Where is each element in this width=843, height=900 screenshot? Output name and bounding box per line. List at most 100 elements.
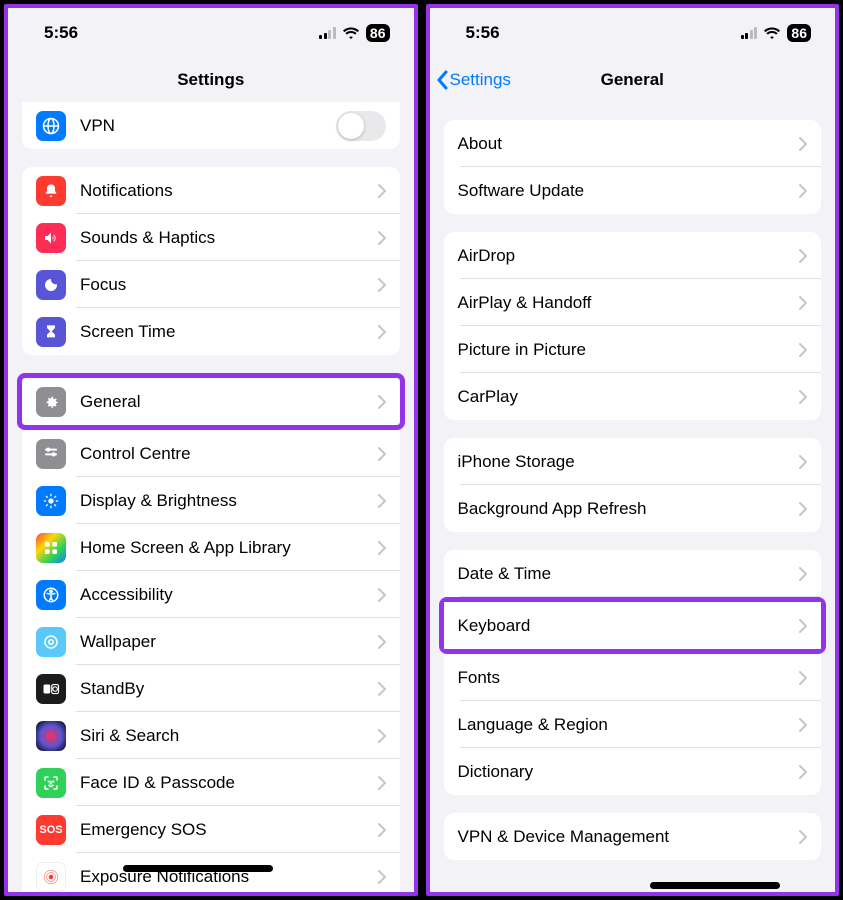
group-notifications: Notifications Sounds & Haptics Focus Scr… — [22, 167, 400, 355]
row-fonts[interactable]: Fonts — [444, 654, 822, 701]
chevron-right-icon — [378, 541, 386, 555]
chevron-right-icon — [378, 776, 386, 790]
chevron-right-icon — [799, 249, 807, 263]
wifi-icon — [763, 27, 781, 40]
vpn-toggle[interactable] — [336, 111, 386, 141]
row-software[interactable]: Software Update — [444, 167, 822, 214]
row-pip[interactable]: Picture in Picture — [444, 326, 822, 373]
row-homescreen[interactable]: Home Screen & App Library — [22, 524, 400, 571]
row-general[interactable]: General — [22, 378, 400, 425]
row-label: Picture in Picture — [458, 340, 800, 360]
row-label: Fonts — [458, 668, 800, 688]
row-wallpaper[interactable]: Wallpaper — [22, 618, 400, 665]
row-controlcentre[interactable]: Control Centre — [22, 430, 400, 477]
chevron-right-icon — [799, 184, 807, 198]
row-language[interactable]: Language & Region — [444, 701, 822, 748]
status-bar: 5:56 86 — [8, 8, 414, 58]
row-screentime[interactable]: Screen Time — [22, 308, 400, 355]
row-carplay[interactable]: CarPlay — [444, 373, 822, 420]
siri-icon — [36, 721, 66, 751]
exposure-icon — [36, 862, 66, 892]
phone-general: 5:56 86 Settings General About Software … — [426, 4, 840, 896]
row-faceid[interactable]: Face ID & Passcode — [22, 759, 400, 806]
row-bgrefresh[interactable]: Background App Refresh — [444, 485, 822, 532]
back-label: Settings — [450, 70, 511, 90]
row-airplay[interactable]: AirPlay & Handoff — [444, 279, 822, 326]
phone-settings: 5:56 86 Settings VPN Notification — [4, 4, 418, 896]
row-label: Control Centre — [80, 444, 378, 464]
row-display[interactable]: Display & Brightness — [22, 477, 400, 524]
chevron-right-icon — [799, 502, 807, 516]
chevron-right-icon — [378, 278, 386, 292]
content: About Software Update AirDrop AirPlay & … — [430, 102, 836, 892]
row-sos[interactable]: SOS Emergency SOS — [22, 806, 400, 853]
faceid-icon — [36, 768, 66, 798]
sos-icon: SOS — [36, 815, 66, 845]
row-sounds[interactable]: Sounds & Haptics — [22, 214, 400, 261]
row-focus[interactable]: Focus — [22, 261, 400, 308]
bell-icon — [36, 176, 66, 206]
row-storage[interactable]: iPhone Storage — [444, 438, 822, 485]
row-label: AirDrop — [458, 246, 800, 266]
row-label: Background App Refresh — [458, 499, 800, 519]
chevron-right-icon — [799, 296, 807, 310]
group-storage: iPhone Storage Background App Refresh — [444, 438, 822, 532]
row-notifications[interactable]: Notifications — [22, 167, 400, 214]
nav-header: Settings General — [430, 58, 836, 102]
wallpaper-icon — [36, 627, 66, 657]
chevron-right-icon — [799, 455, 807, 469]
group-vpndm: VPN & Device Management — [444, 813, 822, 860]
row-label: Software Update — [458, 181, 800, 201]
wifi-icon — [342, 27, 360, 40]
standby-icon — [36, 674, 66, 704]
row-label: Wallpaper — [80, 632, 378, 652]
chevron-right-icon — [378, 870, 386, 884]
chevron-right-icon — [378, 635, 386, 649]
row-siri[interactable]: Siri & Search — [22, 712, 400, 759]
row-label: Language & Region — [458, 715, 800, 735]
highlight-keyboard: Keyboard — [439, 597, 827, 654]
row-airdrop[interactable]: AirDrop — [444, 232, 822, 279]
status-time: 5:56 — [466, 23, 500, 43]
content: VPN Notifications Sounds & Haptics Focus — [8, 102, 414, 892]
chevron-right-icon — [378, 588, 386, 602]
chevron-right-icon — [378, 395, 386, 409]
row-standby[interactable]: StandBy — [22, 665, 400, 712]
status-time: 5:56 — [44, 23, 78, 43]
sliders-icon — [36, 439, 66, 469]
row-accessibility[interactable]: Accessibility — [22, 571, 400, 618]
row-label: CarPlay — [458, 387, 800, 407]
chevron-right-icon — [799, 567, 807, 581]
cellular-icon — [741, 27, 758, 39]
chevron-left-icon — [436, 70, 448, 90]
accessibility-icon — [36, 580, 66, 610]
battery-icon: 86 — [787, 24, 811, 42]
row-dictionary[interactable]: Dictionary — [444, 748, 822, 795]
vpn-icon — [36, 111, 66, 141]
chevron-right-icon — [799, 619, 807, 633]
nav-header: Settings — [8, 58, 414, 102]
row-label: Dictionary — [458, 762, 800, 782]
row-about[interactable]: About — [444, 120, 822, 167]
row-vpn[interactable]: VPN — [22, 102, 400, 149]
chevron-right-icon — [799, 390, 807, 404]
chevron-right-icon — [799, 137, 807, 151]
page-title: General — [601, 70, 664, 90]
chevron-right-icon — [799, 343, 807, 357]
row-label: Sounds & Haptics — [80, 228, 378, 248]
chevron-right-icon — [378, 682, 386, 696]
chevron-right-icon — [378, 823, 386, 837]
row-vpndm[interactable]: VPN & Device Management — [444, 813, 822, 860]
hourglass-icon — [36, 317, 66, 347]
page-title: Settings — [177, 70, 244, 90]
chevron-right-icon — [378, 184, 386, 198]
back-button[interactable]: Settings — [436, 70, 511, 90]
group-general: Control Centre Display & Brightness Home… — [22, 430, 400, 892]
group-airdrop: AirDrop AirPlay & Handoff Picture in Pic… — [444, 232, 822, 420]
row-keyboard[interactable]: Keyboard — [444, 602, 822, 649]
row-label: Siri & Search — [80, 726, 378, 746]
row-exposure[interactable]: Exposure Notifications — [22, 853, 400, 892]
row-label: Accessibility — [80, 585, 378, 605]
row-datetime[interactable]: Date & Time — [444, 550, 822, 597]
battery-icon: 86 — [366, 24, 390, 42]
